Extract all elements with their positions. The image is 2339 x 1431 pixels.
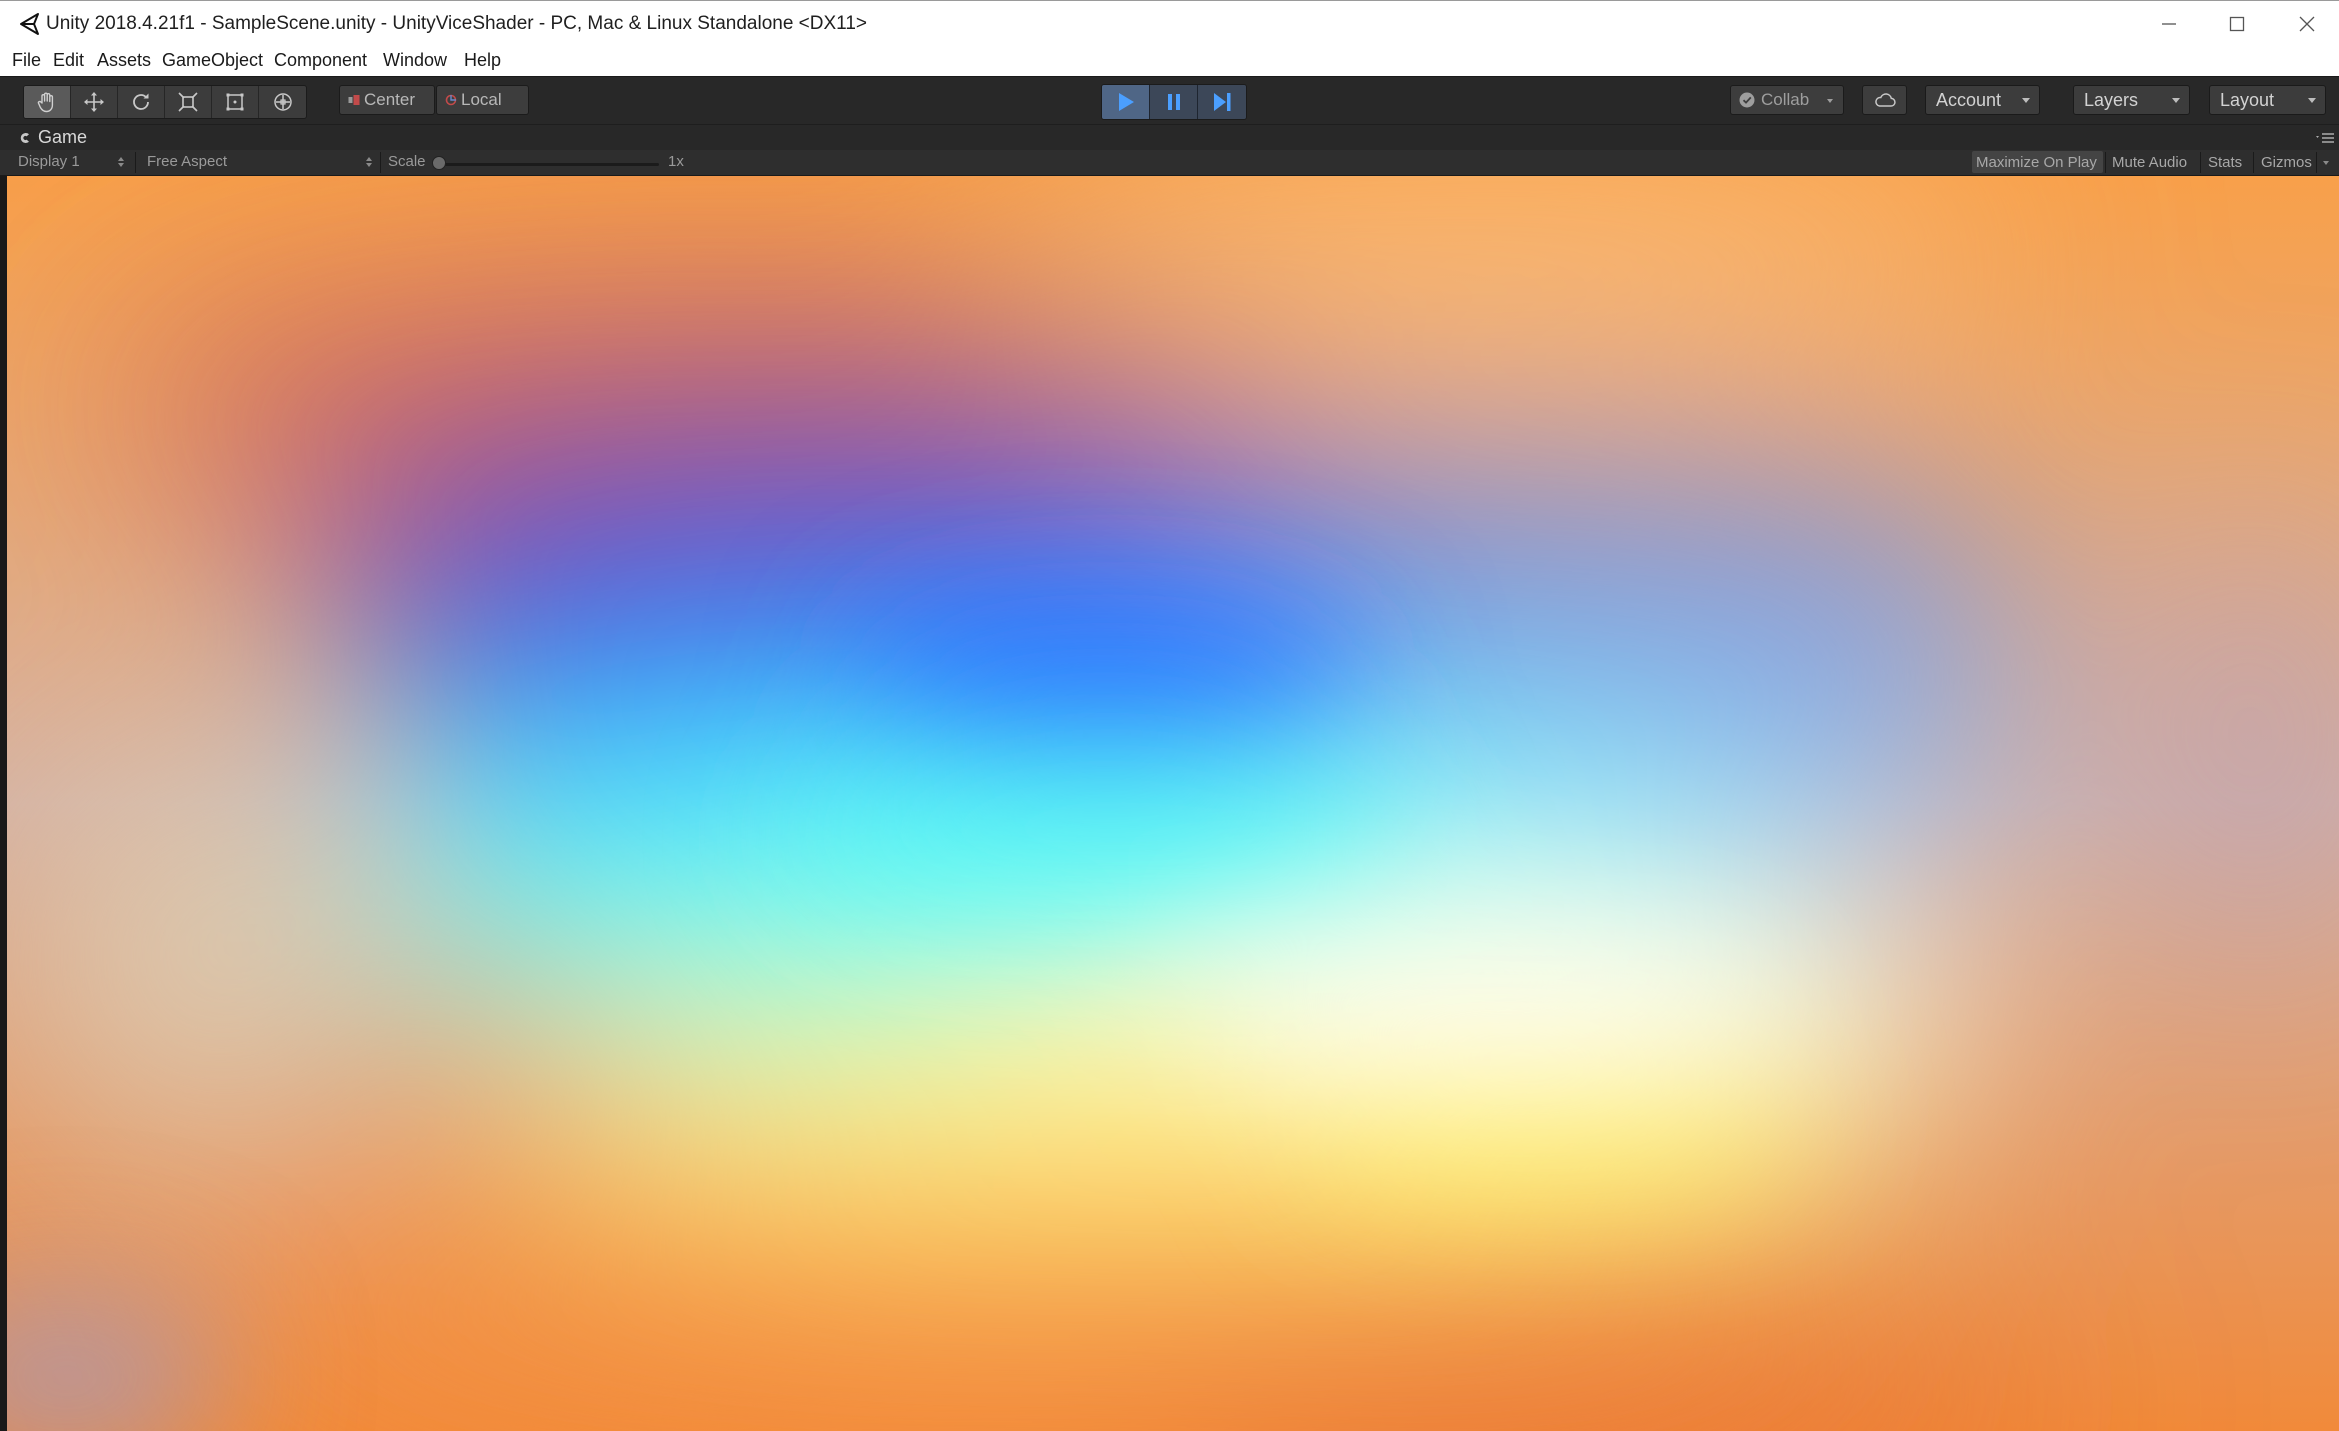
- maximize-button[interactable]: [2214, 7, 2260, 41]
- account-label: Account: [1936, 89, 2002, 110]
- pivot-center-label: Center: [364, 90, 416, 109]
- menu-window[interactable]: Window: [383, 50, 447, 71]
- panel-options-icon[interactable]: [2315, 131, 2335, 145]
- move-tool-button[interactable]: [71, 86, 118, 118]
- collab-caret-icon: [1827, 99, 1833, 103]
- pause-icon: [1167, 94, 1180, 110]
- move-tool-icon: [84, 92, 104, 112]
- rect-tool-button[interactable]: [212, 86, 259, 118]
- collab-label: Collab: [1761, 90, 1810, 109]
- tab-game[interactable]: Game: [4, 125, 95, 150]
- menu-gameobject[interactable]: GameObject: [162, 50, 263, 71]
- menu-file[interactable]: File: [12, 50, 41, 71]
- menu-assets[interactable]: Assets: [97, 50, 151, 71]
- divider: [2200, 152, 2201, 173]
- maximize-on-play-label: Maximize On Play: [1976, 153, 2097, 171]
- step-icon: [1214, 93, 1231, 111]
- game-tab-icon: [20, 132, 29, 143]
- scale-label: Scale: [388, 153, 426, 170]
- pivot-rotation-toggle[interactable]: Local: [436, 85, 529, 115]
- play-button[interactable]: [1102, 85, 1150, 119]
- divider: [135, 152, 136, 173]
- play-icon: [1118, 93, 1134, 111]
- shader-gradient-render: [7, 176, 2339, 1431]
- minimize-button[interactable]: [2146, 7, 2192, 41]
- display-dropdown[interactable]: Display 1: [18, 153, 80, 170]
- menu-component[interactable]: Component: [274, 50, 367, 71]
- pivot-center-toggle[interactable]: Center: [339, 85, 435, 115]
- cloud-icon: [1874, 93, 1896, 107]
- layers-caret-icon: [2172, 98, 2180, 103]
- play-controls: [1101, 84, 1247, 120]
- scale-slider-thumb[interactable]: [432, 156, 446, 170]
- pause-button[interactable]: [1150, 85, 1198, 119]
- transform-tool-button[interactable]: [259, 86, 306, 118]
- scale-tool-icon: [178, 92, 198, 112]
- divider: [2253, 152, 2254, 173]
- menu-bar: File Edit Assets GameObject Component Wi…: [0, 48, 2339, 76]
- title-bar: Unity 2018.4.21f1 - SampleScene.unity - …: [0, 0, 2339, 48]
- game-tab-label: Game: [38, 127, 88, 147]
- gizmos-dropdown[interactable]: Gizmos: [2257, 151, 2316, 173]
- account-caret-icon: [2022, 98, 2030, 103]
- layout-caret-icon: [2308, 98, 2316, 103]
- scale-slider-track[interactable]: [437, 163, 659, 166]
- maximize-on-play-toggle[interactable]: Maximize On Play: [1972, 151, 2103, 173]
- display-arrows-icon: [118, 157, 124, 167]
- scale-value: 1x: [668, 153, 684, 170]
- hand-tool-button[interactable]: [24, 86, 71, 118]
- collab-dropdown[interactable]: Collab: [1730, 85, 1844, 115]
- layers-dropdown[interactable]: Layers: [2073, 85, 2190, 115]
- game-view[interactable]: [7, 176, 2339, 1431]
- close-icon: [2299, 16, 2315, 32]
- transform-tool-icon: [273, 93, 292, 111]
- rotate-tool-icon: [133, 93, 149, 110]
- minimize-icon: [2162, 23, 2176, 25]
- divider: [380, 152, 381, 173]
- layers-label: Layers: [2084, 89, 2139, 110]
- unity-logo-icon: [20, 13, 39, 35]
- stats-toggle[interactable]: Stats: [2204, 151, 2246, 173]
- menu-edit[interactable]: Edit: [53, 50, 84, 71]
- game-tab-row: Game: [0, 125, 2339, 150]
- collab-check-icon: [1739, 92, 1755, 108]
- hand-tool-icon: [37, 92, 54, 113]
- rotate-tool-button[interactable]: [118, 86, 165, 118]
- gizmos-caret-icon[interactable]: [2323, 161, 2329, 165]
- window-title: Unity 2018.4.21f1 - SampleScene.unity - …: [46, 13, 867, 34]
- mute-audio-toggle[interactable]: Mute Audio: [2108, 151, 2191, 173]
- aspect-arrows-icon: [366, 157, 372, 167]
- pivot-rotation-label: Local: [461, 90, 502, 109]
- mute-audio-label: Mute Audio: [2112, 153, 2188, 171]
- game-view-controls: Display 1 Free Aspect Scale 1x Maximize …: [0, 150, 2339, 176]
- layout-label: Layout: [2220, 89, 2275, 110]
- maximize-icon: [2229, 16, 2245, 32]
- account-dropdown[interactable]: Account: [1925, 85, 2040, 115]
- stats-label: Stats: [2208, 153, 2243, 171]
- menu-help[interactable]: Help: [464, 50, 501, 71]
- window-left-edge: [0, 176, 7, 1431]
- gizmos-label: Gizmos: [2261, 153, 2312, 171]
- main-toolbar: Center Local Collab Account Layers Layou…: [0, 76, 2339, 125]
- step-button[interactable]: [1198, 85, 1246, 119]
- scale-tool-button[interactable]: [165, 86, 212, 118]
- transform-tools: [23, 85, 307, 119]
- layout-dropdown[interactable]: Layout: [2209, 85, 2326, 115]
- close-button[interactable]: [2284, 7, 2330, 41]
- cloud-button[interactable]: [1862, 85, 1907, 115]
- local-rotation-icon: [445, 94, 457, 106]
- divider: [2105, 152, 2106, 173]
- pivot-center-icon: [348, 95, 360, 105]
- aspect-dropdown[interactable]: Free Aspect: [147, 153, 227, 170]
- rect-tool-icon: [226, 93, 244, 111]
- divider: [2316, 152, 2317, 173]
